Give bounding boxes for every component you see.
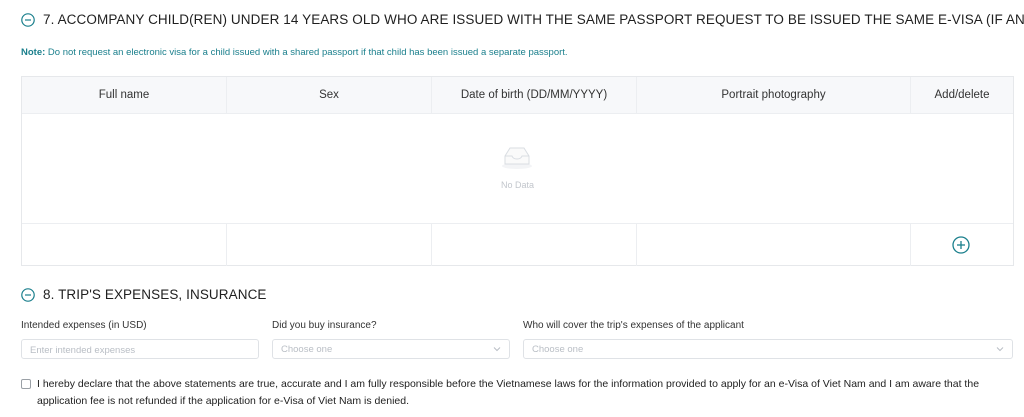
section8-title: 8. TRIP'S EXPENSES, INSURANCE — [43, 287, 267, 302]
chevron-down-icon — [493, 347, 501, 352]
section7-header[interactable]: 7. ACCOMPANY CHILD(REN) UNDER 14 YEARS O… — [21, 12, 1024, 27]
add-row-button[interactable] — [952, 236, 970, 254]
coverer-label: Who will cover the trip's expenses of th… — [523, 320, 744, 331]
insurance-select-placeholder: Choose one — [281, 344, 333, 355]
declaration: I hereby declare that the above statemen… — [21, 376, 1006, 410]
coverer-select-placeholder: Choose one — [532, 344, 584, 355]
expenses-label: Intended expenses (in USD) — [21, 320, 147, 331]
note: Note: Do not request an electronic visa … — [21, 47, 568, 58]
collapse-minus-icon[interactable] — [21, 12, 35, 27]
empty-state: No Data — [22, 114, 1013, 224]
children-table: Full name Sex Date of birth (DD/MM/YYYY)… — [21, 76, 1014, 266]
insurance-select[interactable]: Choose one — [272, 339, 510, 359]
coverer-select[interactable]: Choose one — [523, 339, 1013, 359]
expenses-field[interactable] — [21, 339, 259, 360]
table-header: Full name Sex Date of birth (DD/MM/YYYY)… — [22, 77, 1013, 114]
row-cell-full-name — [22, 224, 227, 266]
empty-inbox-icon — [502, 147, 532, 169]
note-label: Note: — [21, 47, 46, 58]
expenses-input[interactable] — [22, 341, 258, 360]
section7-title: 7. ACCOMPANY CHILD(REN) UNDER 14 YEARS O… — [43, 12, 1024, 27]
column-header-full-name: Full name — [22, 77, 227, 113]
column-header-sex: Sex — [227, 77, 432, 113]
column-header-portrait: Portrait photography — [637, 77, 911, 113]
collapse-minus-icon[interactable] — [21, 287, 35, 302]
table-input-row — [22, 224, 1013, 266]
empty-text: No Data — [500, 180, 535, 190]
row-cell-sex — [227, 224, 432, 266]
chevron-down-icon — [996, 347, 1004, 352]
note-text: Do not request an electronic visa for a … — [47, 47, 568, 58]
declaration-text: I hereby declare that the above statemen… — [37, 378, 980, 407]
row-cell-add — [911, 224, 1013, 266]
row-cell-date-of-birth — [432, 224, 637, 266]
column-header-add-delete: Add/delete — [934, 89, 990, 101]
column-header-date-of-birth: Date of birth (DD/MM/YYYY) — [432, 77, 637, 113]
declaration-checkbox[interactable] — [21, 379, 31, 389]
row-cell-portrait — [637, 224, 911, 266]
insurance-label: Did you buy insurance? — [272, 320, 377, 331]
section8-header[interactable]: 8. TRIP'S EXPENSES, INSURANCE — [21, 287, 267, 302]
